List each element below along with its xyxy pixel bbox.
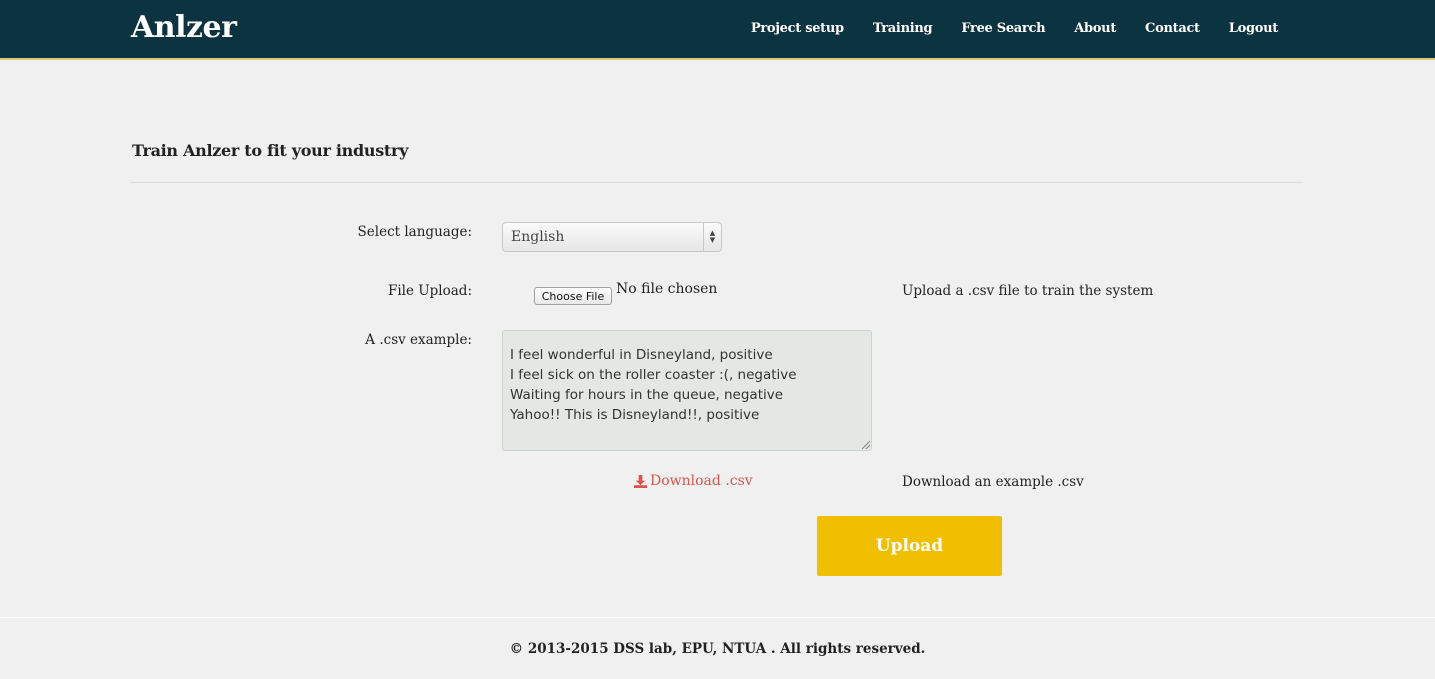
file-upload-label: File Upload: bbox=[388, 283, 472, 299]
download-icon bbox=[634, 474, 647, 488]
footer-divider bbox=[0, 617, 1435, 618]
navbar: Anlzer Project setup Training Free Searc… bbox=[0, 0, 1435, 60]
csv-line: Yahoo!! This is Disneyland!!, positive bbox=[510, 407, 760, 423]
divider bbox=[131, 182, 1303, 183]
nav-about[interactable]: About bbox=[1074, 21, 1116, 36]
csv-line: I feel wonderful in Disneyland, positive bbox=[510, 347, 773, 363]
language-select-value: English bbox=[511, 229, 565, 245]
nav-project-setup[interactable]: Project setup bbox=[751, 21, 844, 36]
download-csv-label: Download .csv bbox=[650, 473, 753, 489]
nav-menu: Project setup Training Free Search About… bbox=[722, 21, 1278, 36]
download-csv-link[interactable]: Download .csv bbox=[634, 473, 753, 489]
nav-free-search[interactable]: Free Search bbox=[961, 21, 1045, 36]
language-label: Select language: bbox=[357, 224, 472, 240]
upload-button[interactable]: Upload bbox=[817, 516, 1002, 576]
nav-training[interactable]: Training bbox=[873, 21, 933, 36]
csv-example-textarea[interactable]: I feel wonderful in Disneyland, positive… bbox=[502, 330, 872, 451]
csv-line: Waiting for hours in the queue, negative bbox=[510, 387, 784, 403]
csv-example-label: A .csv example: bbox=[365, 332, 472, 348]
page-title: Train Anlzer to fit your industry bbox=[132, 141, 409, 160]
nav-contact[interactable]: Contact bbox=[1145, 21, 1200, 36]
footer-copyright: © 2013-2015 DSS lab, EPU, NTUA . All rig… bbox=[509, 641, 926, 657]
select-arrows-icon: ▲ ▼ bbox=[703, 223, 721, 251]
csv-line: I feel sick on the roller coaster :(, ne… bbox=[510, 367, 797, 383]
file-status: No file chosen bbox=[616, 281, 718, 297]
download-hint: Download an example .csv bbox=[902, 474, 1084, 490]
nav-logout[interactable]: Logout bbox=[1229, 21, 1279, 36]
upload-hint: Upload a .csv file to train the system bbox=[902, 283, 1154, 299]
language-select[interactable]: English ▲ ▼ bbox=[502, 222, 722, 252]
brand-logo[interactable]: Anlzer bbox=[131, 10, 237, 45]
choose-file-button[interactable]: Choose File bbox=[534, 287, 612, 305]
resize-handle[interactable] bbox=[862, 441, 870, 449]
